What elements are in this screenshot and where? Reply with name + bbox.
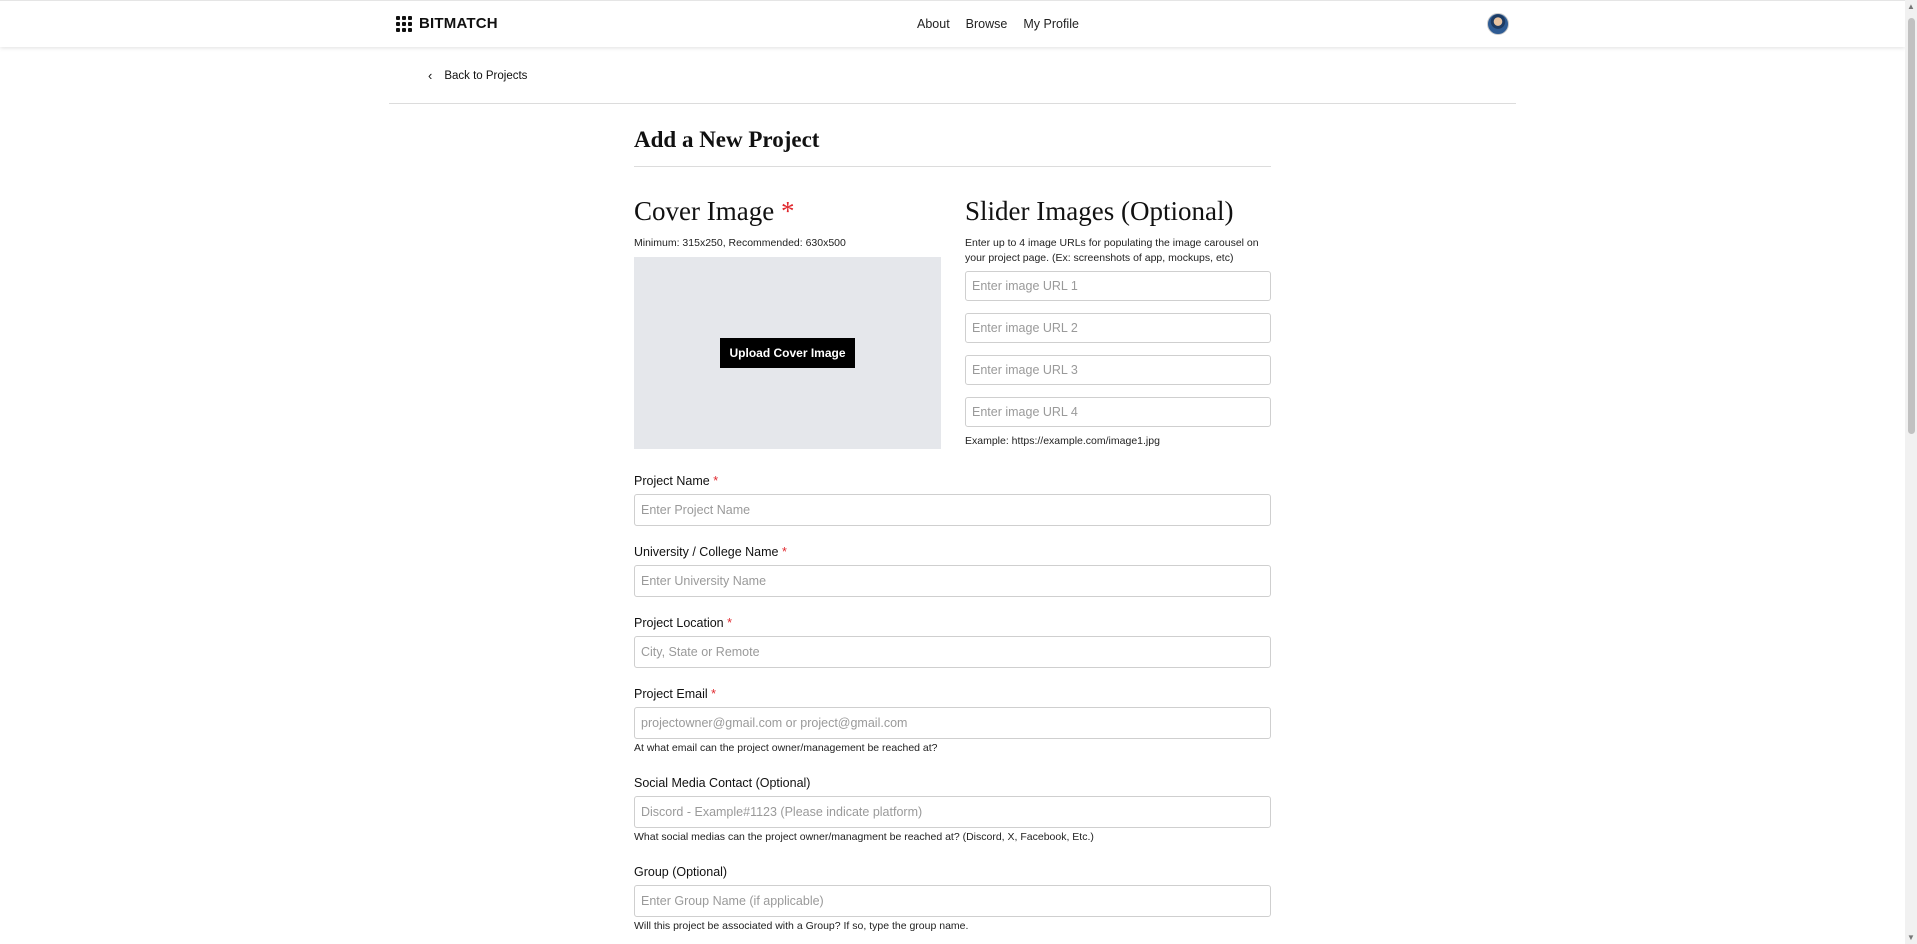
project-location-label: Project Location *	[634, 616, 732, 630]
user-avatar[interactable]	[1487, 13, 1509, 35]
group-label: Group (Optional)	[634, 865, 728, 879]
slider-images-hint: Enter up to 4 image URLs for populating …	[965, 237, 1259, 264]
image-url-3-input[interactable]	[965, 355, 1271, 385]
main-nav: About Browse My Profile	[917, 17, 1079, 31]
project-email-help: At what email can the project owner/mana…	[634, 742, 938, 754]
social-media-input[interactable]	[634, 796, 1271, 828]
brand-logo[interactable]: BITMATCH	[396, 15, 498, 32]
project-name-label-text: Project Name	[634, 474, 710, 488]
nav-browse-link[interactable]: Browse	[966, 17, 1008, 31]
project-name-input[interactable]	[634, 494, 1271, 526]
cover-size-hint: Minimum: 315x250, Recommended: 630x500	[634, 237, 846, 249]
group-help: Will this project be associated with a G…	[634, 920, 969, 932]
required-mark: *	[781, 545, 787, 559]
project-email-label-text: Project Email	[634, 687, 708, 701]
slider-url-example: Example: https://example.com/image1.jpg	[965, 435, 1160, 447]
project-location-input[interactable]	[634, 636, 1271, 668]
image-url-1-input[interactable]	[965, 271, 1271, 301]
university-label: University / College Name *	[634, 545, 787, 559]
social-media-label: Social Media Contact (Optional)	[634, 776, 811, 790]
social-media-help: What social medias can the project owner…	[634, 831, 1094, 843]
nav-about-link[interactable]: About	[917, 17, 950, 31]
scroll-up-arrow-icon[interactable]: ▲	[1905, 2, 1917, 11]
header-divider	[389, 103, 1516, 104]
page-title: Add a New Project	[634, 127, 820, 152]
project-email-input[interactable]	[634, 707, 1271, 739]
required-mark: *	[711, 687, 716, 701]
title-divider	[634, 166, 1271, 167]
chevron-left-icon: ‹	[428, 68, 433, 83]
cover-image-dropzone[interactable]: Upload Cover Image	[634, 257, 941, 449]
scrollbar-thumb[interactable]	[1908, 18, 1915, 434]
image-url-2-input[interactable]	[965, 313, 1271, 343]
page-scrollbar[interactable]: ▲ ▼	[1905, 0, 1917, 944]
grid-logo-icon	[396, 15, 412, 32]
cover-image-heading: Cover Image *	[634, 196, 794, 227]
cover-heading-text: Cover Image	[634, 196, 775, 226]
required-mark: *	[727, 616, 732, 630]
upload-cover-image-button[interactable]: Upload Cover Image	[720, 338, 855, 368]
top-nav-bar: BITMATCH About Browse My Profile	[0, 0, 1905, 47]
project-name-label: Project Name *	[634, 474, 718, 488]
back-to-projects-link[interactable]: ‹ Back to Projects	[428, 68, 527, 83]
required-mark: *	[713, 474, 719, 488]
scroll-down-arrow-icon[interactable]: ▼	[1905, 933, 1917, 942]
project-location-label-text: Project Location	[634, 616, 724, 630]
back-link-label: Back to Projects	[444, 69, 528, 82]
nav-my-profile-link[interactable]: My Profile	[1023, 17, 1079, 31]
slider-images-heading: Slider Images (Optional)	[965, 196, 1234, 226]
university-input[interactable]	[634, 565, 1271, 597]
brand-name: BITMATCH	[419, 15, 498, 32]
project-email-label: Project Email *	[634, 687, 716, 701]
university-label-text: University / College Name	[634, 545, 779, 559]
group-input[interactable]	[634, 885, 1271, 917]
required-mark: *	[780, 196, 795, 226]
image-url-4-input[interactable]	[965, 397, 1271, 427]
